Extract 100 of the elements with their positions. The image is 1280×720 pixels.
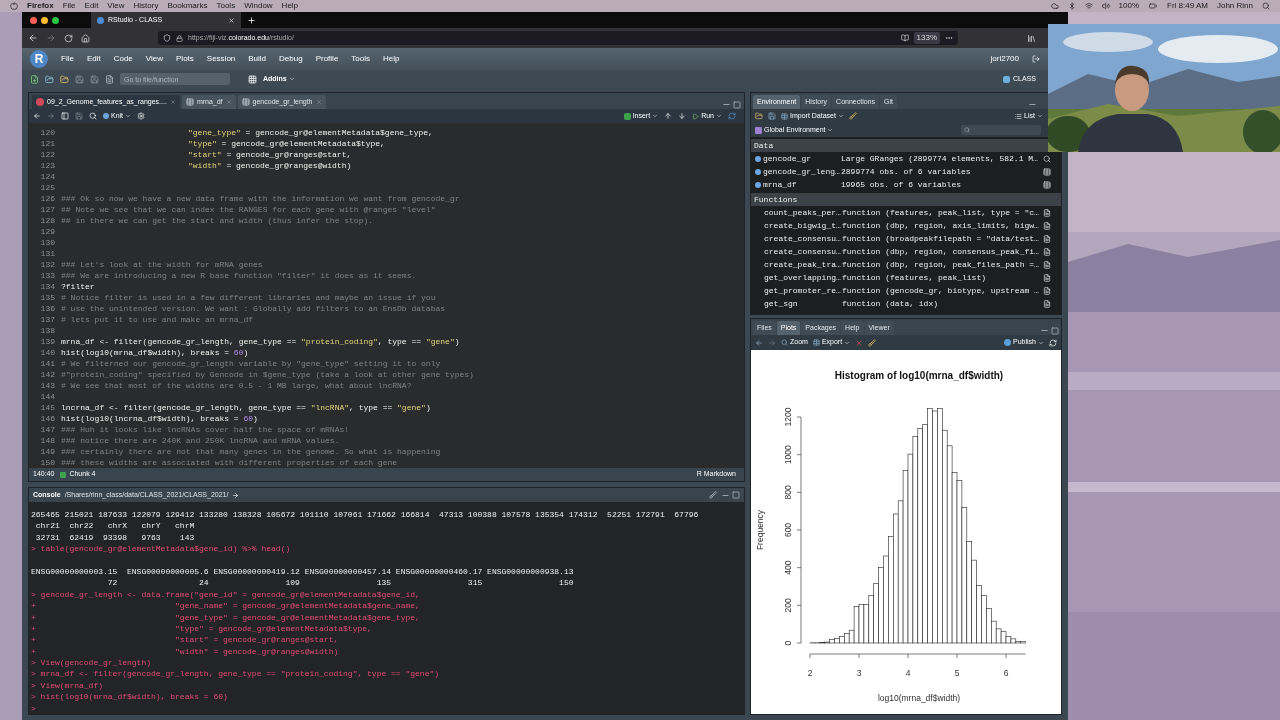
menu-item[interactable]: Window	[244, 0, 273, 12]
menu-item[interactable]: Tools	[351, 53, 371, 65]
save-icon[interactable]	[75, 74, 84, 84]
menu-item[interactable]: Code	[113, 53, 133, 65]
menu-item[interactable]: Build	[248, 53, 267, 65]
axis-tick-label: 0	[783, 640, 793, 646]
page-icon[interactable]	[1043, 208, 1051, 217]
back-icon[interactable]	[33, 112, 41, 120]
window-minimize-button[interactable]	[41, 16, 48, 24]
variable-row[interactable]: get_sgn function (data, idx)	[751, 297, 1061, 310]
line-number: 126	[39, 193, 55, 204]
open-icon[interactable]	[755, 112, 763, 120]
variable-row[interactable]: create_consensu…function (broadpeakfilepath = "data/test…	[751, 232, 1061, 245]
more-icon[interactable]	[945, 34, 953, 42]
open-file-icon[interactable]	[60, 74, 69, 84]
volume-icon[interactable]	[1101, 2, 1110, 10]
show-in-window-icon[interactable]	[61, 112, 69, 120]
code-line: lncrna_df <- filter(gencode_gr_length, gene_type == "lncRNA", type == "gene")	[60, 402, 431, 413]
reload-icon[interactable]	[64, 33, 73, 43]
line-number: 129	[39, 226, 55, 237]
previous-chunk-icon[interactable]	[664, 112, 673, 120]
clear-icon[interactable]	[848, 112, 857, 120]
variable-row[interactable]: gencode_gr Large GRanges (2899774 elements, 582.1 M…	[751, 152, 1061, 165]
wifi-icon[interactable]	[1084, 2, 1093, 10]
lock-icon[interactable]	[176, 34, 183, 42]
page-icon[interactable]	[1043, 234, 1051, 243]
menu-item[interactable]: Profile	[315, 53, 339, 65]
new-file-icon[interactable]	[30, 74, 39, 84]
window-close-button[interactable]	[30, 16, 37, 24]
menu-user[interactable]: John Rinn	[1216, 0, 1253, 12]
bluetooth-icon[interactable]	[1067, 2, 1076, 10]
page-icon[interactable]	[1043, 247, 1051, 256]
refresh-icon[interactable]	[1049, 338, 1057, 347]
menu-item[interactable]: History	[133, 0, 159, 12]
menu-item[interactable]: Session	[206, 53, 236, 65]
table-icon[interactable]	[1043, 167, 1051, 176]
code-line: # use the unintended version. We want : Globally add filters to an EnsDb databas	[60, 303, 446, 314]
page-icon[interactable]	[1043, 273, 1051, 282]
search-icon[interactable]	[1262, 2, 1270, 10]
line-number: 140	[39, 347, 55, 358]
maximize-pane-icon[interactable]	[733, 100, 741, 109]
maximize-pane-icon[interactable]	[732, 491, 740, 499]
page-icon[interactable]	[1043, 286, 1051, 295]
menu-item[interactable]: File	[62, 0, 76, 12]
home-icon[interactable]	[81, 33, 90, 43]
settings-icon[interactable]	[137, 112, 146, 120]
clear-plots-icon[interactable]	[868, 338, 877, 347]
new-tab-icon[interactable]	[247, 15, 256, 25]
search-field[interactable]	[961, 125, 1041, 135]
variable-row[interactable]: create_peak_tra…function (dbp, region, peak_files_path =…	[751, 258, 1061, 271]
menu-item[interactable]: Edit	[86, 53, 101, 65]
apple-icon[interactable]	[10, 2, 18, 10]
menu-item[interactable]: Tools	[216, 0, 236, 12]
menu-item[interactable]: Firefox	[27, 0, 54, 12]
variable-row[interactable]: get_overlapping…function (features, peak_list)	[751, 271, 1061, 284]
save-icon[interactable]	[768, 112, 776, 120]
variable-row[interactable]: create_bigwig_t…function (dbp, region, axis_limits, bigw…	[751, 219, 1061, 232]
menu-item[interactable]: View	[107, 0, 125, 12]
axis-tick-label: 2	[807, 668, 813, 678]
variable-row[interactable]: create_consensu…function (dbp, region, consensus_peak_fi…	[751, 245, 1061, 258]
page-icon[interactable]	[1043, 299, 1051, 308]
menu-item[interactable]: Edit	[84, 0, 99, 12]
menu-item[interactable]: Help	[281, 0, 299, 12]
maximize-pane-icon[interactable]	[1051, 326, 1059, 335]
back-icon[interactable]	[28, 33, 38, 43]
rerun-icon[interactable]	[728, 112, 736, 120]
menu-clock[interactable]: Fri 8:49 AM	[1167, 0, 1208, 12]
print-icon[interactable]	[105, 74, 114, 84]
menu-item[interactable]: Plots	[176, 53, 194, 65]
menu-item[interactable]: File	[61, 53, 74, 65]
next-chunk-icon[interactable]	[678, 112, 687, 120]
variable-row[interactable]: get_promoter_re…function (gencode_gr, biotype, upstream …	[751, 284, 1061, 297]
line-number: 132	[39, 259, 55, 270]
shield-icon[interactable]	[163, 34, 171, 42]
menu-item[interactable]: Help	[383, 53, 400, 65]
variable-row[interactable]: gencode_gr_leng…2899774 obs. of 6 variables	[751, 165, 1061, 178]
page-icon[interactable]	[1043, 260, 1051, 269]
sign-out-icon[interactable]	[1032, 55, 1040, 63]
variable-row[interactable]: count_peaks_per…function (features, peak_list, type = "c…	[751, 206, 1061, 219]
save-all-icon[interactable]	[90, 74, 99, 84]
menu-item[interactable]: Bookmarks	[167, 0, 208, 12]
open-project-icon[interactable]	[45, 74, 54, 84]
menu-item[interactable]: Debug	[279, 53, 303, 65]
table-icon[interactable]	[1043, 180, 1051, 189]
library-icon[interactable]	[1027, 33, 1036, 43]
previous-plot-icon[interactable]	[755, 338, 763, 347]
zoom-level[interactable]: 133%	[913, 32, 940, 44]
console-line: + "start" = gencode_gr@ranges@start,	[31, 634, 339, 646]
line-number: 142	[39, 369, 55, 380]
reader-view-icon[interactable]	[900, 34, 909, 42]
go-to-directory-icon[interactable]	[232, 491, 240, 499]
variable-row[interactable]: mrna_df 19965 obs. of 6 variables	[751, 178, 1061, 191]
console-line: > hist(log10(mrna_df$width), breaks = 60)	[31, 691, 228, 703]
window-zoom-button[interactable]	[52, 16, 59, 24]
cloud-icon[interactable]	[1050, 2, 1059, 10]
menu-item[interactable]: View	[145, 53, 163, 65]
battery-icon[interactable]	[1148, 2, 1159, 10]
page-icon[interactable]	[1043, 221, 1051, 230]
grid-icon[interactable]	[248, 74, 257, 84]
clear-console-icon[interactable]	[709, 491, 717, 499]
